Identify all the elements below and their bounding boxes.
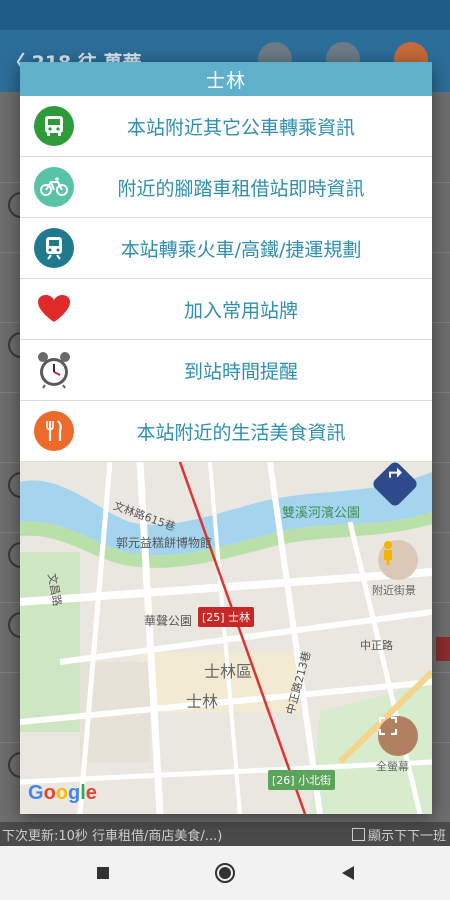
menu-label: 附近的腳踏車租借站即時資訊 xyxy=(117,177,365,200)
stop-options-dialog: 士林 本站附近其它公車轉乘資訊 附近的腳踏車租借站即時資訊 本站轉乘火車/高鐵/… xyxy=(20,62,432,814)
menu-item-food-info[interactable]: 本站附近的生活美食資訊 xyxy=(20,401,432,462)
home-circle-icon xyxy=(215,863,235,883)
bus-icon xyxy=(34,106,74,146)
street-view-icon[interactable] xyxy=(378,540,418,580)
square-icon xyxy=(96,867,109,879)
stop-location-map[interactable]: 雙溪河濱公園 郭元益糕餅博物館 華聲公園 士林區 士林 中正路213巷 文林路6… xyxy=(20,462,432,814)
heart-icon xyxy=(34,289,74,329)
menu-item-bike-rental[interactable]: 附近的腳踏車租借站即時資訊 xyxy=(20,157,432,218)
alarm-clock-icon xyxy=(34,350,74,390)
fullscreen-label: 全螢幕 xyxy=(376,760,409,773)
menu-label: 加入常用站牌 xyxy=(183,299,298,322)
map-label-museum: 郭元益糕餅博物館 xyxy=(116,536,213,550)
recents-button[interactable] xyxy=(83,853,123,893)
checkbox-box[interactable] xyxy=(351,827,365,841)
back-button[interactable] xyxy=(328,853,368,893)
bicycle-icon xyxy=(34,167,74,207)
menu-item-rail-transfer[interactable]: 本站轉乘火車/高鐵/捷運規劃 xyxy=(20,218,432,279)
checkbox-label: 顯示下下一班 xyxy=(367,828,446,844)
nearby-street-view-label: 附近街景 xyxy=(372,584,416,597)
fork-knife-icon xyxy=(34,411,74,451)
map-label-road: 中正路 xyxy=(360,639,393,652)
menu-label: 本站附近其它公車轉乘資訊 xyxy=(126,116,355,139)
map-label-district: 士林區 xyxy=(204,662,253,681)
map-label-park: 雙溪河濱公園 xyxy=(282,506,361,521)
menu-item-bus-transfer[interactable]: 本站附近其它公車轉乘資訊 xyxy=(20,96,432,157)
fullscreen-icon[interactable] xyxy=(378,716,418,756)
ticker-text: 下次更新:10秒 行車租借/商店美食/...) xyxy=(2,828,223,844)
bus-stop-pin-xiaobei[interactable]: [26] 小北街 xyxy=(268,770,336,790)
map-label-shilin: 士林 xyxy=(186,692,219,711)
menu-label: 到站時間提醒 xyxy=(183,360,298,383)
bus-stop-pin-shilin[interactable]: [25] 士林 xyxy=(198,607,255,627)
side-tag xyxy=(436,637,450,661)
menu-label: 本站轉乘火車/高鐵/捷運規劃 xyxy=(120,238,362,261)
back-triangle-icon xyxy=(341,866,354,880)
android-nav-bar xyxy=(0,846,450,900)
status-bar xyxy=(0,0,450,30)
show-next-next-checkbox[interactable]: 顯示下下一班 xyxy=(351,825,450,844)
dialog-title: 士林 xyxy=(20,62,432,96)
google-logo: Google xyxy=(28,782,97,804)
menu-label: 本站附近的生活美食資訊 xyxy=(136,421,346,444)
update-ticker: 下次更新:10秒 行車租借/商店美食/...) 顯示下下一班 xyxy=(0,822,450,846)
menu-item-add-favorite[interactable]: 加入常用站牌 xyxy=(20,279,432,340)
home-button[interactable] xyxy=(205,853,245,893)
menu-item-arrival-reminder[interactable]: 到站時間提醒 xyxy=(20,340,432,401)
map-label-school: 華聲公園 xyxy=(144,614,193,628)
train-icon xyxy=(34,228,74,268)
